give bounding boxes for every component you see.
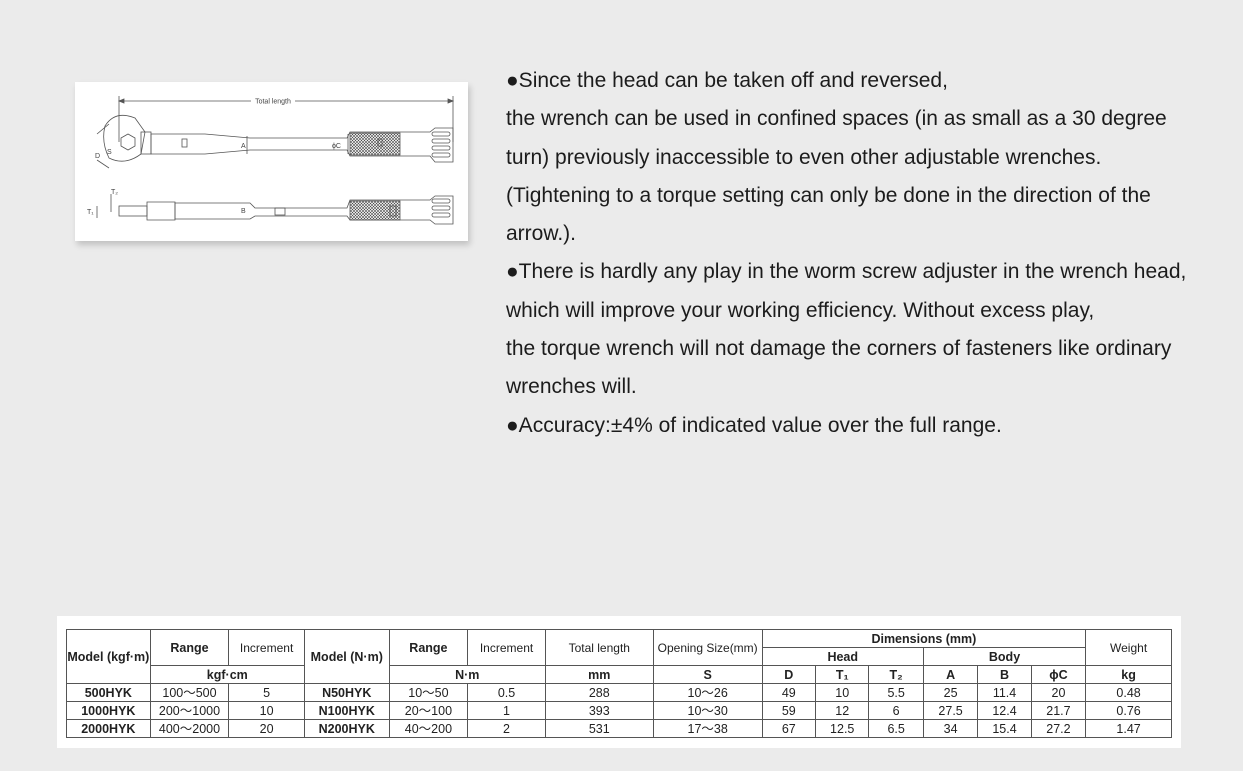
spec-table: Model (kgf·m) Range Increment Model (N·m… [66, 629, 1172, 738]
cell-t1: 10 [815, 683, 870, 702]
wrench-drawing: Total length D S A ϕC B T₁ T₂ [87, 96, 455, 225]
header-body: Body [922, 647, 1087, 666]
cell-increment-kgf: 20 [228, 719, 305, 738]
t2-label: T₂ [111, 189, 118, 196]
product-description: ●Since the head can be taken off and rev… [506, 62, 1196, 445]
unit-kgf-cm: kgf·cm [149, 665, 305, 684]
header-opening-size: Opening Size(mm) [652, 629, 763, 666]
unit-kg: kg [1085, 665, 1172, 684]
description-paragraph: the torque wrench will not damage the co… [506, 337, 1172, 399]
cell-range-nm: 10～50 [388, 683, 469, 702]
cell-model-kgf: 2000HYK [66, 719, 151, 738]
wrench-diagram: Total length D S A ϕC B T₁ T₂ [75, 82, 468, 241]
d-label: D [95, 153, 100, 160]
cell-range-nm: 20～100 [388, 701, 469, 720]
cell-weight: 1.47 [1085, 719, 1172, 738]
cell-total-length: 531 [544, 719, 654, 738]
cell-range-kgf: 400～2000 [149, 719, 230, 738]
cell-opening-size: 10～26 [652, 683, 763, 702]
cell-increment-kgf: 5 [228, 683, 305, 702]
a-label: A [241, 143, 246, 150]
cell-increment-nm: 1 [467, 701, 546, 720]
cell-increment-nm: 2 [467, 719, 546, 738]
header-range-nm: Range [388, 629, 469, 666]
b-label: B [241, 208, 246, 215]
cell-d: 67 [761, 719, 817, 738]
cell-a: 27.5 [922, 701, 979, 720]
cell-a: 25 [922, 683, 979, 702]
cell-d: 59 [761, 701, 817, 720]
cell-opening-size: 17～38 [652, 719, 763, 738]
total-length-label: Total length [255, 99, 291, 106]
cell-range-nm: 40～200 [388, 719, 469, 738]
cell-phi-c: 20 [1030, 683, 1087, 702]
cell-phi-c: 27.2 [1030, 719, 1087, 738]
unit-s: S [652, 665, 763, 684]
description-paragraph: the wrench can be used in confined space… [506, 107, 1167, 169]
header-range-kgf: Range [149, 629, 230, 666]
cell-total-length: 288 [544, 683, 654, 702]
header-increment-kgf: Increment [228, 629, 305, 666]
cell-model-nm: N50HYK [303, 683, 390, 702]
cell-t2: 6 [868, 701, 924, 720]
description-paragraph: ●Accuracy:±4% of indicated value over th… [506, 413, 1002, 437]
cell-t2: 5.5 [868, 683, 924, 702]
table-row: 500HYK 100～500 5 N50HYK 10～50 0.5 288 10… [66, 683, 1172, 702]
spec-table-card: Model (kgf·m) Range Increment Model (N·m… [57, 616, 1181, 748]
cell-b: 15.4 [977, 719, 1032, 738]
unit-mm: mm [544, 665, 654, 684]
unit-d: D [761, 665, 817, 684]
cell-range-kgf: 200～1000 [149, 701, 230, 720]
cell-model-kgf: 1000HYK [66, 701, 151, 720]
cell-weight: 0.48 [1085, 683, 1172, 702]
unit-a: A [922, 665, 979, 684]
cell-a: 34 [922, 719, 979, 738]
description-paragraph: ●Since the head can be taken off and rev… [506, 69, 948, 92]
cell-t2: 6.5 [868, 719, 924, 738]
description-paragraph: (Tightening to a torque setting can only… [506, 183, 1151, 246]
cell-model-kgf: 500HYK [66, 683, 151, 702]
cell-t1: 12 [815, 701, 870, 720]
unit-t1: T₁ [815, 665, 870, 684]
cell-increment-kgf: 10 [228, 701, 305, 720]
cell-model-nm: N100HYK [303, 701, 390, 720]
header-increment-nm: Increment [467, 629, 546, 666]
t1-label: T₁ [87, 209, 94, 216]
cell-t1: 12.5 [815, 719, 870, 738]
table-row: 1000HYK 200～1000 10 N100HYK 20～100 1 393… [66, 701, 1172, 720]
cell-increment-nm: 0.5 [467, 683, 546, 702]
unit-phi-c: ϕC [1030, 665, 1087, 684]
table-row: 2000HYK 400～2000 20 N200HYK 40～200 2 531… [66, 719, 1172, 738]
cell-range-kgf: 100～500 [149, 683, 230, 702]
phi-c-label: ϕC [332, 143, 341, 150]
cell-b: 11.4 [977, 683, 1032, 702]
cell-weight: 0.76 [1085, 701, 1172, 720]
header-weight: Weight [1085, 629, 1172, 666]
description-paragraph: ●There is hardly any play in the worm sc… [506, 260, 1187, 322]
cell-b: 12.4 [977, 701, 1032, 720]
unit-b: B [977, 665, 1032, 684]
cell-opening-size: 10～30 [652, 701, 763, 720]
cell-total-length: 393 [544, 701, 654, 720]
header-model-kgf: Model (kgf·m) [66, 629, 151, 684]
cell-phi-c: 21.7 [1030, 701, 1087, 720]
s-label: S [107, 149, 112, 156]
header-head: Head [761, 647, 924, 666]
cell-model-nm: N200HYK [303, 719, 390, 738]
cell-d: 49 [761, 683, 817, 702]
header-dimensions: Dimensions (mm) [761, 629, 1087, 648]
unit-nm: N·m [388, 665, 546, 684]
unit-t2: T₂ [868, 665, 924, 684]
header-total-length: Total length [544, 629, 654, 666]
header-model-nm: Model (N·m) [303, 629, 390, 684]
